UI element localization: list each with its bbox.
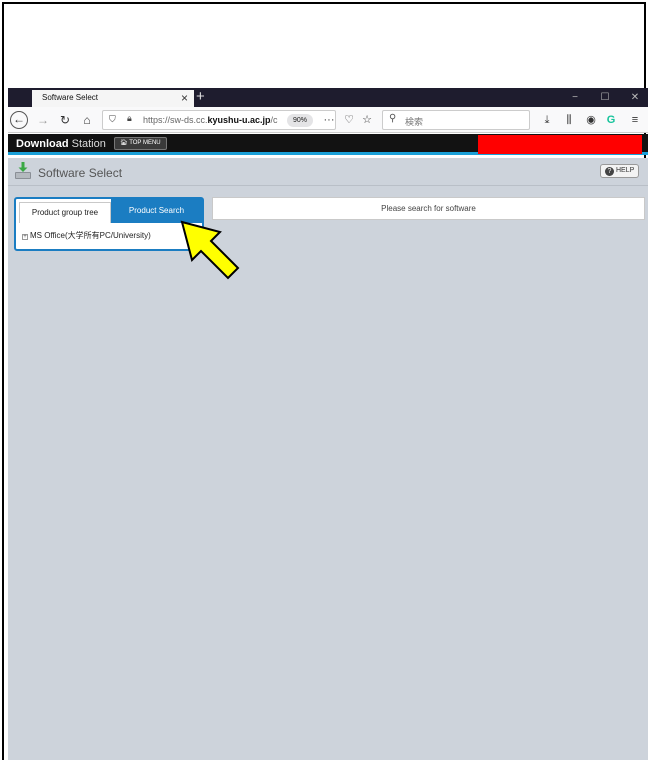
library-icon[interactable]: ⫼: [560, 111, 578, 129]
search-icon: ⚲: [389, 113, 397, 124]
maximize-icon[interactable]: ☐: [595, 88, 615, 107]
back-icon[interactable]: ←: [10, 111, 28, 129]
tree-item-ms-office[interactable]: + MS Office(大学所有PC/University): [22, 230, 151, 241]
account-icon[interactable]: ◉: [582, 111, 600, 129]
tree-item-label: MS Office(大学所有PC/University): [30, 231, 151, 240]
product-panel: Product group tree Product Search + MS Of…: [14, 197, 204, 251]
browser-tab-bar: Software Select × + − ☐ ✕: [8, 88, 648, 107]
tab-close-icon[interactable]: ×: [181, 90, 188, 106]
bookmark-star-icon[interactable]: ☆: [358, 111, 376, 129]
hamburger-menu-icon[interactable]: ≡: [626, 111, 644, 129]
url-bar[interactable]: ⛉ 🔒︎ https://sw-ds.cc.kyushu-u.ac.jp/c 9…: [102, 110, 336, 130]
redacted-area: [478, 135, 642, 154]
page-title: Software Select: [38, 166, 123, 180]
search-result-message: Please search for software: [381, 204, 476, 213]
browser-nav-bar: ← → ↻ ⌂ ⛉ 🔒︎ https://sw-ds.cc.kyushu-u.a…: [8, 107, 648, 133]
annotation-arrow-icon: [180, 220, 240, 280]
top-menu-button[interactable]: 🏠︎ TOP MENU: [114, 137, 167, 150]
expand-icon[interactable]: +: [22, 234, 28, 240]
shield-icon[interactable]: ⛉: [109, 114, 116, 125]
help-button[interactable]: ? HELP: [600, 164, 640, 178]
browser-tab[interactable]: Software Select ×: [32, 90, 194, 107]
url-text: https://sw-ds.cc.kyushu-u.ac.jp/c: [143, 115, 278, 125]
home-icon[interactable]: ⌂: [78, 111, 96, 129]
home-icon: 🏠︎: [120, 140, 130, 146]
minimize-icon[interactable]: −: [565, 88, 585, 107]
reload-icon[interactable]: ↻: [56, 111, 74, 129]
download-icon: [15, 162, 31, 179]
zoom-level-badge[interactable]: 90%: [287, 114, 313, 127]
panel-tabs: Product group tree Product Search: [16, 199, 202, 223]
new-tab-icon[interactable]: +: [196, 87, 205, 106]
help-icon: ?: [605, 167, 614, 176]
window-close-icon[interactable]: ✕: [625, 88, 645, 107]
search-placeholder: 検索: [405, 117, 424, 127]
downloads-icon[interactable]: ⤓: [538, 111, 556, 129]
download-station-logo[interactable]: Download Station: [16, 138, 106, 150]
pocket-icon[interactable]: ♡: [340, 111, 358, 129]
main-content: Software Select ? HELP Product group tree…: [8, 158, 648, 760]
lock-icon[interactable]: 🔒︎: [127, 113, 132, 124]
grammarly-icon[interactable]: G: [602, 111, 620, 129]
forward-icon[interactable]: →: [34, 111, 52, 129]
search-bar[interactable]: ⚲ 検索: [382, 110, 530, 130]
page-header: Software Select ? HELP: [8, 158, 648, 186]
tab-title: Software Select: [42, 93, 99, 102]
page-actions-icon[interactable]: ···: [320, 111, 338, 129]
tab-product-group-tree[interactable]: Product group tree: [19, 202, 111, 223]
search-result-message-box: Please search for software: [212, 197, 645, 220]
app-header: Download Station 🏠︎ TOP MENU: [8, 134, 648, 155]
